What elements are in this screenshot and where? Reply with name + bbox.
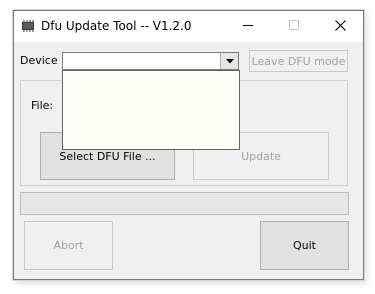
leave-dfu-button[interactable]: Leave DFU mode	[249, 50, 348, 72]
close-button[interactable]	[317, 11, 363, 42]
file-label: File:	[31, 99, 54, 112]
abort-button[interactable]: Abort	[24, 221, 113, 270]
device-select[interactable]	[62, 52, 239, 70]
device-dropdown-list[interactable]	[62, 70, 240, 150]
device-label: Device	[20, 54, 58, 67]
chevron-down-icon[interactable]	[220, 53, 238, 69]
progress-bar	[20, 192, 349, 215]
maximize-button[interactable]	[271, 11, 317, 42]
minimize-button[interactable]	[225, 11, 271, 42]
maximize-icon	[289, 20, 299, 33]
app-window: Dfu Update Tool -- V1.2.0 Device Leave D…	[13, 10, 364, 280]
app-chip-icon	[20, 19, 36, 33]
close-icon	[334, 19, 346, 34]
quit-button[interactable]: Quit	[260, 221, 349, 270]
window-title: Dfu Update Tool -- V1.2.0	[41, 19, 192, 33]
title-bar[interactable]: Dfu Update Tool -- V1.2.0	[14, 11, 363, 42]
minimize-icon	[243, 20, 253, 33]
